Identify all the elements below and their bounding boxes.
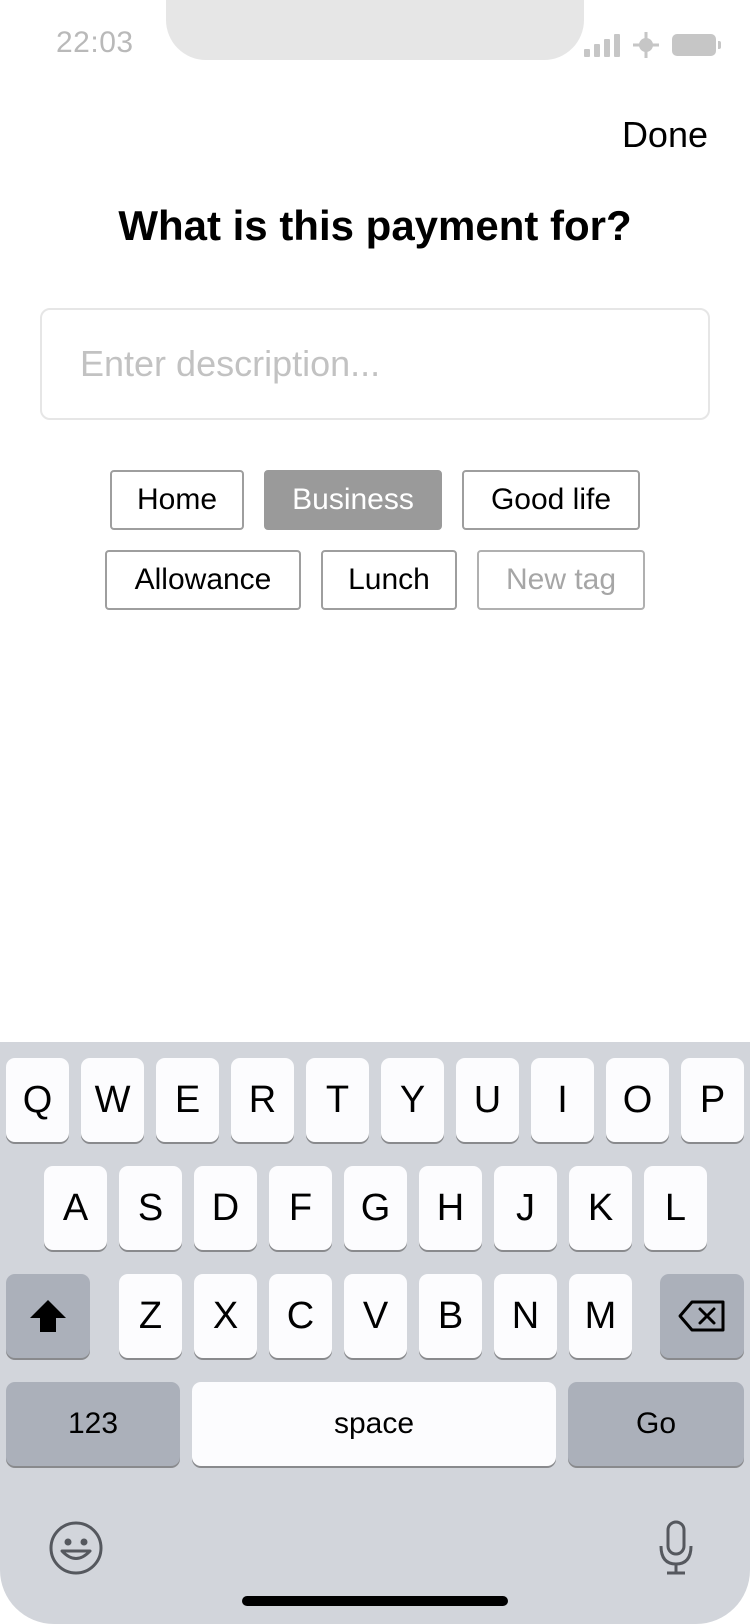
key-w[interactable]: W <box>81 1058 144 1142</box>
key-p[interactable]: P <box>681 1058 744 1142</box>
new-tag-button[interactable]: New tag <box>477 550 645 610</box>
tag-allowance[interactable]: Allowance <box>105 550 301 610</box>
battery-icon <box>672 34 721 56</box>
key-m[interactable]: M <box>569 1274 632 1358</box>
key-j[interactable]: J <box>494 1166 557 1250</box>
key-z[interactable]: Z <box>119 1274 182 1358</box>
keyboard: Q W E R T Y U I O P A S D F G H J K L Z … <box>0 1042 750 1624</box>
emoji-icon[interactable] <box>48 1520 104 1576</box>
key-e[interactable]: E <box>156 1058 219 1142</box>
status-icons <box>584 30 721 60</box>
space-key[interactable]: space <box>192 1382 556 1466</box>
key-d[interactable]: D <box>194 1166 257 1250</box>
tag-good-life[interactable]: Good life <box>462 470 640 530</box>
description-input[interactable] <box>40 308 710 420</box>
key-t[interactable]: T <box>306 1058 369 1142</box>
done-button[interactable]: Done <box>622 114 708 156</box>
key-y[interactable]: Y <box>381 1058 444 1142</box>
key-n[interactable]: N <box>494 1274 557 1358</box>
key-q[interactable]: Q <box>6 1058 69 1142</box>
key-f[interactable]: F <box>269 1166 332 1250</box>
backspace-key[interactable] <box>660 1274 744 1358</box>
key-b[interactable]: B <box>419 1274 482 1358</box>
tags-row: Allowance Lunch New tag <box>0 550 750 610</box>
tag-home[interactable]: Home <box>110 470 244 530</box>
go-key[interactable]: Go <box>568 1382 744 1466</box>
status-bar: 22:03 <box>0 0 750 90</box>
cellular-signal-icon <box>584 33 620 57</box>
key-a[interactable]: A <box>44 1166 107 1250</box>
key-u[interactable]: U <box>456 1058 519 1142</box>
status-time: 22:03 <box>56 26 134 59</box>
key-k[interactable]: K <box>569 1166 632 1250</box>
microphone-icon[interactable] <box>656 1520 696 1576</box>
key-i[interactable]: I <box>531 1058 594 1142</box>
key-v[interactable]: V <box>344 1274 407 1358</box>
key-o[interactable]: O <box>606 1058 669 1142</box>
shift-icon <box>30 1300 66 1332</box>
key-l[interactable]: L <box>644 1166 707 1250</box>
notch <box>166 0 584 60</box>
tags-row: Home Business Good life <box>0 470 750 530</box>
key-g[interactable]: G <box>344 1166 407 1250</box>
key-s[interactable]: S <box>119 1166 182 1250</box>
key-r[interactable]: R <box>231 1058 294 1142</box>
location-icon <box>633 32 659 58</box>
backspace-icon <box>678 1300 725 1332</box>
numbers-key[interactable]: 123 <box>6 1382 180 1466</box>
home-indicator <box>242 1596 508 1606</box>
tag-lunch[interactable]: Lunch <box>321 550 457 610</box>
page-title: What is this payment for? <box>118 202 632 249</box>
shift-key[interactable] <box>6 1274 90 1358</box>
key-h[interactable]: H <box>419 1166 482 1250</box>
key-c[interactable]: C <box>269 1274 332 1358</box>
key-x[interactable]: X <box>194 1274 257 1358</box>
tag-business[interactable]: Business <box>264 470 442 530</box>
